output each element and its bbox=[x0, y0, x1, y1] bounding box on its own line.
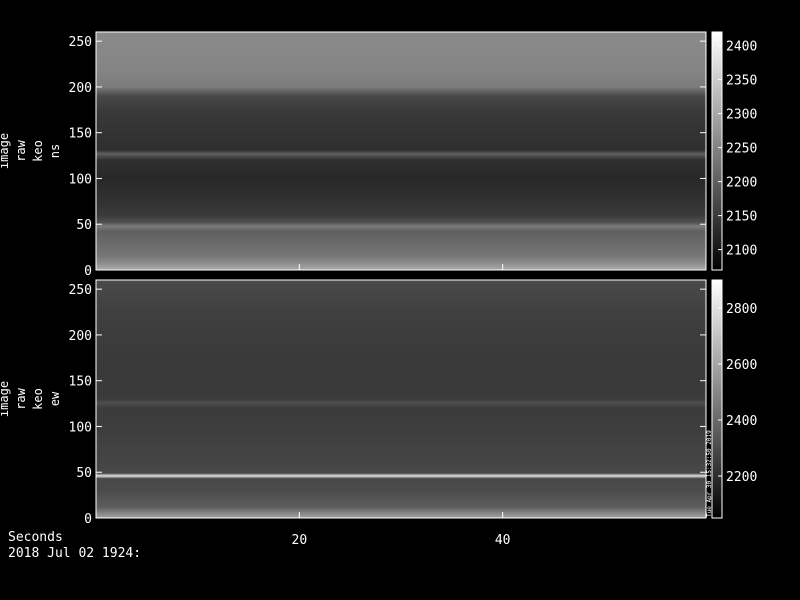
date-label: 2018 Jul 02 1924: bbox=[8, 546, 142, 561]
y-tick-label: 200 bbox=[69, 81, 92, 96]
colorbar-tick-label: 2100 bbox=[726, 244, 757, 259]
y-axis-label-word: ew bbox=[48, 391, 62, 406]
y-tick-label: 100 bbox=[69, 420, 92, 435]
y-axis-label-ns: image raw keo ns bbox=[0, 133, 62, 169]
y-axis-label-word: image bbox=[0, 381, 11, 417]
y-tick-label: 250 bbox=[69, 283, 92, 298]
y-axis-label-word: keo bbox=[31, 140, 45, 162]
colorbar-ew bbox=[712, 280, 722, 518]
y-tick-label: 150 bbox=[69, 127, 92, 142]
y-tick-label: 100 bbox=[69, 172, 92, 187]
heatmap-image-ns bbox=[96, 32, 706, 270]
colorbar-ns bbox=[712, 32, 722, 270]
colorbar-tick-label: 2400 bbox=[726, 414, 757, 429]
timestamp-annotation: Tue Apr 30 15:32:50 2019 bbox=[706, 430, 713, 517]
y-tick-label: 200 bbox=[69, 329, 92, 344]
colorbar-tick-label: 2600 bbox=[726, 358, 757, 373]
y-axis-label-word: raw bbox=[14, 139, 28, 161]
colorbar-ticks-ew: 2200 2400 2600 2800 bbox=[718, 302, 757, 485]
panel-ew: 0 50 100 150 200 250 image raw keo ew 2200 2400 26… bbox=[0, 279, 757, 527]
x-axis-label: Seconds bbox=[8, 530, 63, 545]
colorbar-tick-label: 2350 bbox=[726, 74, 757, 89]
y-tick-label: 0 bbox=[84, 512, 92, 527]
y-tick-label: 250 bbox=[69, 35, 92, 50]
y-tick-label: 50 bbox=[76, 218, 92, 233]
colorbar-tick-label: 2150 bbox=[726, 210, 757, 225]
y-tick-label: 0 bbox=[84, 264, 92, 279]
colorbar-tick-label: 2400 bbox=[726, 40, 757, 55]
y-axis-label-word: keo bbox=[31, 388, 45, 410]
x-tick-label: 40 bbox=[495, 533, 511, 548]
panel-ns: 0 50 100 150 200 250 image raw keo ns 2100 2150 22… bbox=[0, 31, 757, 279]
colorbar-tick-label: 2200 bbox=[726, 470, 757, 485]
y-axis-label-word: raw bbox=[14, 387, 28, 409]
y-tick-label: 150 bbox=[69, 375, 92, 390]
keogram-figure: 050100150200250 image raw keo ns 2100215022… bbox=[0, 31, 757, 548]
y-axis-label-word: ns bbox=[48, 144, 62, 158]
x-tick-label: 20 bbox=[292, 533, 308, 548]
y-tick-label: 50 bbox=[76, 466, 92, 481]
y-axis-label-word: image bbox=[0, 133, 11, 169]
y-axis-label-ew: image raw keo ew bbox=[0, 381, 62, 417]
colorbar-tick-label: 2800 bbox=[726, 302, 757, 317]
colorbar-tick-label: 2250 bbox=[726, 142, 757, 157]
colorbar-tick-label: 2200 bbox=[726, 176, 757, 191]
colorbar-ticks-ns: 2100 2150 2200 2250 2300 2350 2400 bbox=[718, 40, 757, 259]
colorbar-tick-label: 2300 bbox=[726, 108, 757, 123]
heatmap-image-ew bbox=[96, 280, 706, 518]
